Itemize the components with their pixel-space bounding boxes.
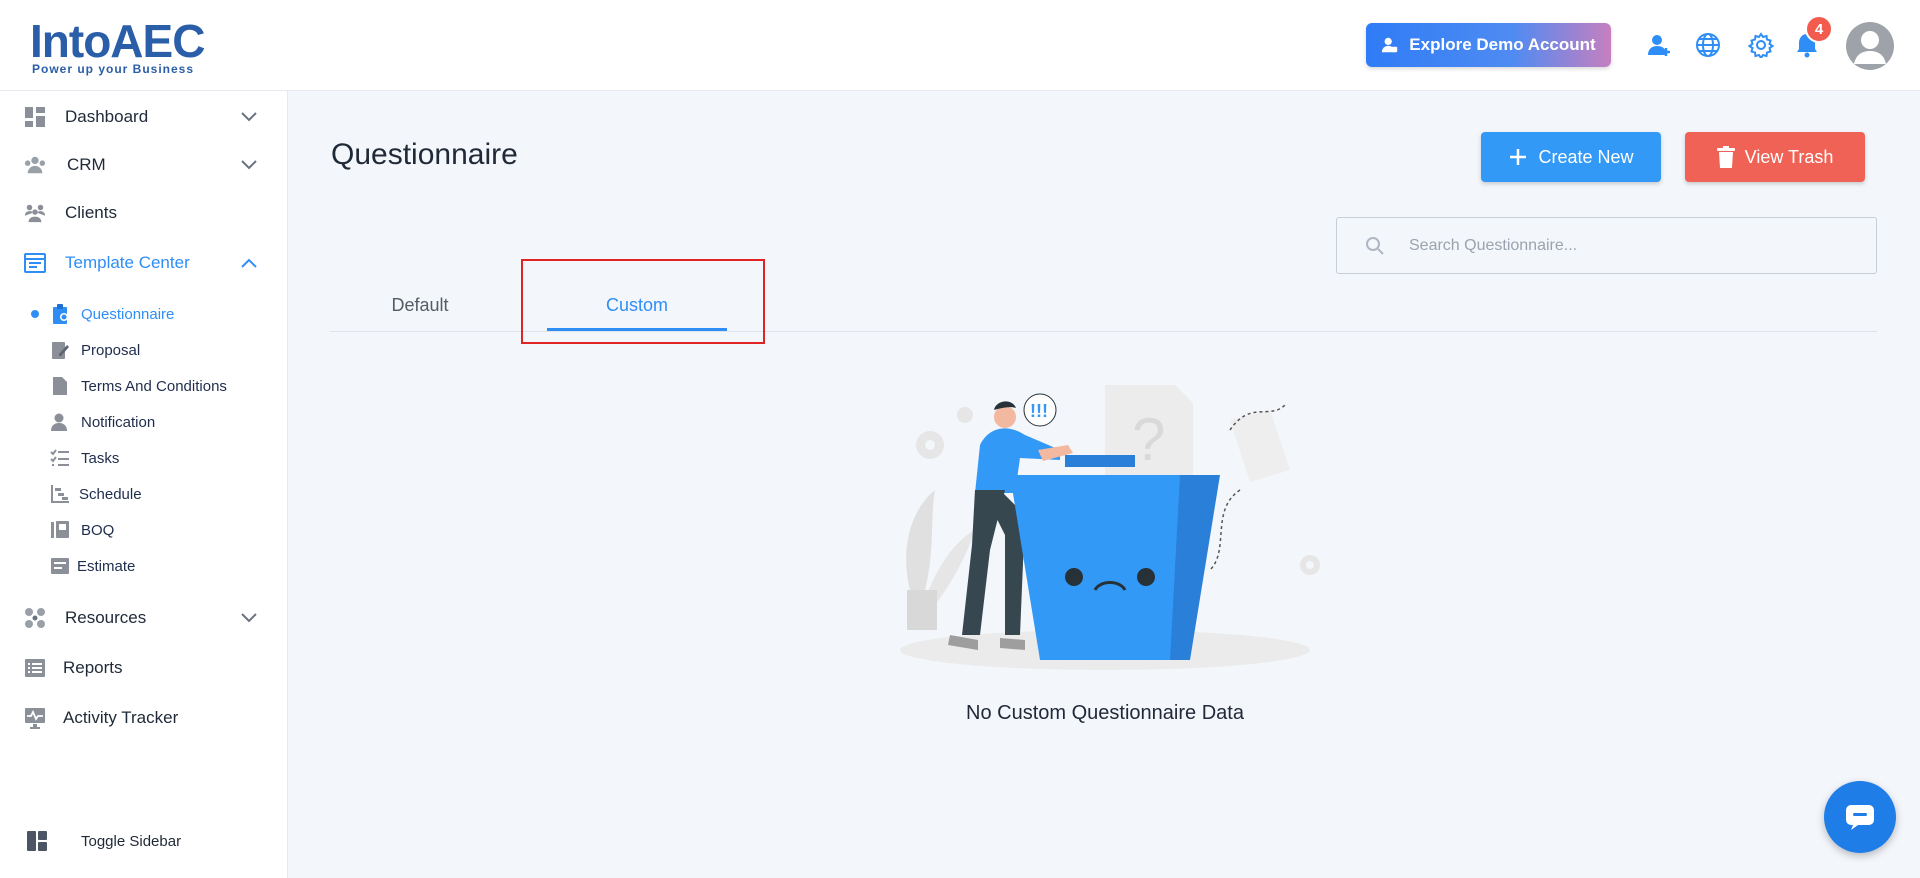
sidebar-item-crm[interactable]: CRM	[0, 145, 288, 185]
toggle-sidebar-button[interactable]: Toggle Sidebar	[0, 821, 288, 861]
reports-icon	[24, 657, 46, 679]
add-user-icon[interactable]	[1644, 30, 1674, 60]
tasks-icon	[50, 448, 70, 468]
sidebar-subitem-notification[interactable]: Notification	[0, 405, 288, 439]
resources-icon	[24, 607, 46, 629]
chevron-down-icon	[240, 156, 258, 174]
search-box	[1336, 217, 1877, 274]
sidebar-subitem-schedule[interactable]: Schedule	[0, 477, 288, 511]
create-new-button[interactable]: Create New	[1481, 132, 1661, 182]
search-input[interactable]	[1409, 218, 1849, 273]
document-icon	[50, 376, 70, 396]
trash-icon	[1716, 146, 1735, 168]
sidebar-subitem-label: Schedule	[79, 485, 142, 503]
empty-state-message: No Custom Questionnaire Data	[966, 702, 1244, 724]
svg-text:?: ?	[1132, 406, 1165, 473]
plus-icon	[1510, 149, 1527, 165]
sidebar-item-activity-tracker[interactable]: Activity Tracker	[0, 698, 288, 738]
sidebar-subitem-tasks[interactable]: Tasks	[0, 441, 288, 475]
active-dot	[31, 310, 39, 318]
sidebar-subitem-proposal[interactable]: Proposal	[0, 333, 288, 367]
activity-icon	[24, 707, 46, 729]
clients-icon	[24, 202, 46, 224]
explore-demo-label: Explore Demo Account	[1409, 35, 1596, 54]
explore-demo-button[interactable]: Explore Demo Account	[1366, 23, 1611, 67]
sidebar-item-reports[interactable]: Reports	[0, 648, 288, 688]
sidebar-item-label: CRM	[67, 155, 106, 174]
avatar-icon	[1854, 31, 1886, 64]
top-header: IntoAEC Power up your Business Explore D…	[0, 0, 1920, 91]
view-trash-label: View Trash	[1744, 146, 1834, 167]
sidebar-item-label: Dashboard	[65, 107, 149, 126]
notification-user-icon	[50, 412, 70, 432]
sidebar-subitem-label: Estimate	[77, 557, 136, 575]
sidebar-subitem-label: Tasks	[81, 449, 120, 467]
chevron-down-icon	[240, 609, 258, 627]
create-new-label: Create New	[1538, 146, 1634, 167]
globe-icon[interactable]	[1693, 30, 1723, 60]
highlight-box	[521, 259, 765, 344]
sidebar-subitem-terms[interactable]: Terms And Conditions	[0, 369, 288, 403]
template-icon	[24, 252, 46, 274]
chevron-up-icon	[240, 254, 258, 272]
sidebar-subitem-label: Questionnaire	[81, 305, 175, 323]
estimate-icon	[50, 556, 70, 576]
sidebar-subitem-label: Terms And Conditions	[81, 377, 227, 395]
boq-icon	[50, 520, 70, 540]
sidebar-item-resources[interactable]: Resources	[0, 598, 288, 638]
svg-text:!!!: !!!	[1030, 401, 1048, 421]
sidebar-subitem-estimate[interactable]: Estimate	[0, 549, 288, 583]
chevron-down-icon	[240, 108, 258, 126]
chat-button[interactable]	[1824, 781, 1896, 853]
sidebar-item-label: Template Center	[65, 253, 190, 272]
sidebar-item-template-center[interactable]: Template Center	[0, 243, 288, 283]
logo[interactable]: IntoAEC Power up your Business	[30, 10, 220, 80]
tab-default[interactable]: Default	[360, 280, 480, 330]
sidebar-item-label: Resources	[65, 608, 147, 627]
logo-tagline: Power up your Business	[32, 62, 195, 76]
sidebar-item-clients[interactable]: Clients	[0, 193, 288, 233]
logo-text: IntoAEC	[30, 15, 205, 67]
sidebar-subitem-questionnaire[interactable]: Questionnaire	[0, 297, 288, 331]
dashboard-icon	[24, 106, 46, 128]
avatar[interactable]	[1846, 22, 1894, 70]
sidebar-item-label: Activity Tracker	[63, 708, 179, 727]
toggle-sidebar-label: Toggle Sidebar	[81, 832, 182, 850]
gear-icon[interactable]	[1746, 30, 1776, 60]
empty-folder-illustration: ? !!!	[900, 385, 1320, 670]
questionnaire-icon	[50, 304, 70, 324]
sidebar-item-label: Clients	[65, 203, 117, 222]
sidebar-subitem-label: Notification	[81, 413, 156, 431]
proposal-icon	[50, 340, 70, 360]
schedule-icon	[50, 484, 70, 504]
notification-count-badge: 4	[1805, 15, 1833, 43]
view-trash-button[interactable]: View Trash	[1685, 132, 1865, 182]
page-title: Questionnaire	[331, 138, 518, 171]
crm-icon	[24, 154, 46, 176]
chat-icon	[1846, 805, 1874, 830]
sidebar-item-dashboard[interactable]: Dashboard	[0, 97, 288, 137]
layout-icon	[26, 830, 48, 852]
sidebar-item-label: Reports	[63, 658, 123, 677]
user-badge-icon	[1382, 37, 1398, 53]
sidebar: Dashboard CRM Clients Template Center Qu…	[0, 91, 288, 878]
sidebar-subitem-label: BOQ	[81, 521, 115, 539]
sidebar-subitem-boq[interactable]: BOQ	[0, 513, 288, 547]
sidebar-subitem-label: Proposal	[81, 341, 141, 359]
search-icon	[1366, 237, 1384, 255]
